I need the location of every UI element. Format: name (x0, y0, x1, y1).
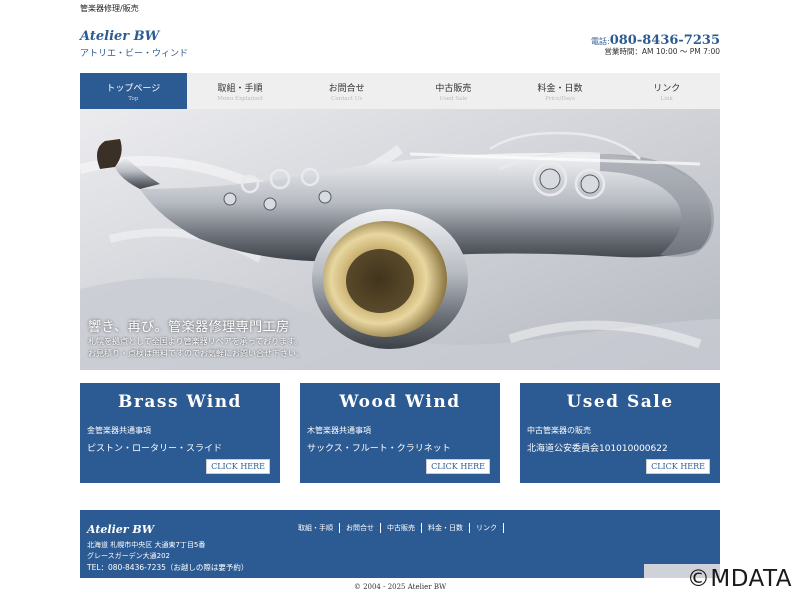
card-text: 木管楽器共通事項 (307, 426, 371, 435)
nav-label: 料金・日数 (537, 83, 583, 94)
business-hours: 営業時間：AM 10:00 ～ PM 7:00 (604, 47, 720, 56)
card-used-sale: Used Sale 中古管楽器の販売 北海道公安委員会101010000622 … (520, 383, 720, 483)
footer-link-price[interactable]: 料金・日数 (422, 523, 470, 533)
used-sale-click-here-button[interactable]: CLICK HERE (646, 459, 710, 474)
hero-text-line-2: お見積り・点検は無料ですのでお気軽にお問い合せ下さい。 (88, 349, 304, 358)
hero-text-line-1: 札幌を拠点として全国より管楽器リペアを承っております。 (88, 337, 303, 346)
site-tagline: 管楽器修理/販売 (80, 4, 139, 13)
hero-banner: 響き、再び。管楽器修理専門工房 札幌を拠点として全国より管楽器リペアを承っており… (80, 109, 720, 370)
nav-sublabel: Used Sale (439, 95, 468, 102)
nav-item-top[interactable]: トップページ Top (80, 73, 187, 109)
nav-item-price[interactable]: 料金・日数 Price/Days (507, 73, 614, 109)
card-wood-wind: Wood Wind 木管楽器共通事項 サックス・フルート・クラリネット CLIC… (300, 383, 500, 483)
footer-link-contact[interactable]: お問合せ (340, 523, 381, 533)
watermark: ©MDATA (686, 566, 792, 592)
nav-label: リンク (653, 83, 681, 94)
card-text: 北海道公安委員会101010000622 (527, 444, 668, 454)
card-title: Used Sale (566, 392, 674, 412)
nav-sublabel: Contact Us (331, 95, 363, 102)
nav-item-menu[interactable]: 取組・手順 Menu Explained (187, 73, 294, 109)
card-text: 金管楽器共通事項 (87, 426, 151, 435)
nav-label: お問合せ (328, 83, 365, 94)
nav-item-link[interactable]: リンク Link (613, 73, 720, 109)
footer-address-line-1: 北海道 札幌市中央区 大通東7丁目5番 (87, 541, 206, 549)
card-title: Wood Wind (339, 392, 461, 412)
nav-sublabel: Top (128, 95, 139, 102)
nav-item-used-sale[interactable]: 中古販売 Used Sale (400, 73, 507, 109)
nav-item-contact[interactable]: お問合せ Contact Us (293, 73, 400, 109)
site-logo-subtitle: アトリエ・ビー・ウィンド (80, 49, 189, 59)
footer-link-menu[interactable]: 取組・手順 (298, 523, 340, 533)
site-footer: Atelier BW 北海道 札幌市中央区 大通東7丁目5番 グレースガーデン大… (80, 510, 720, 578)
card-text: ピストン・ロータリー・スライド (87, 444, 223, 454)
footer-link-link[interactable]: リンク (470, 523, 504, 533)
footer-address-line-2: グレースガーデン大通202 (87, 552, 171, 560)
footer-link-used-sale[interactable]: 中古販売 (381, 523, 422, 533)
nav-label: 中古販売 (435, 83, 472, 94)
nav-sublabel: Link (660, 95, 673, 102)
brass-wind-click-here-button[interactable]: CLICK HERE (206, 459, 270, 474)
site-logo-title[interactable]: Atelier BW (80, 29, 159, 44)
card-title: Brass Wind (118, 392, 242, 412)
hero-headline: 響き、再び。管楽器修理専門工房 (88, 320, 290, 335)
wood-wind-click-here-button[interactable]: CLICK HERE (426, 459, 490, 474)
phone-label: 電話: (591, 37, 610, 46)
copyright: © 2004 - 2025 Atelier BW (353, 583, 447, 591)
nav-sublabel: Price/Days (545, 95, 575, 102)
nav-label: 取組・手順 (217, 83, 263, 94)
card-brass-wind: Brass Wind 金管楽器共通事項 ピストン・ロータリー・スライド CLIC… (80, 383, 280, 483)
nav-label: トップページ (106, 83, 161, 94)
nav-sublabel: Menu Explained (217, 95, 263, 102)
footer-tel: TEL：080-8436-7235（お越しの際は要予約） (87, 563, 249, 572)
footer-nav: 取組・手順 お問合せ 中古販売 料金・日数 リンク (298, 523, 504, 533)
footer-title: Atelier BW (87, 523, 155, 536)
card-text: 中古管楽器の販売 (527, 426, 591, 435)
main-nav: トップページ Top 取組・手順 Menu Explained お問合せ Con… (80, 73, 720, 109)
card-text: サックス・フルート・クラリネット (307, 444, 451, 454)
